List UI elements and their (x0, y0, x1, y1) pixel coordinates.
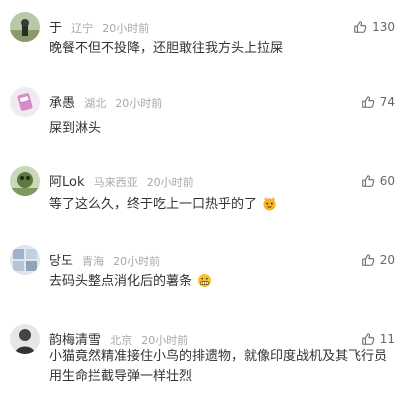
comment-meta: 韵梅清雪 北京 20小时前 (49, 330, 188, 348)
photo-avatar-outdoor-icon (10, 12, 40, 42)
user-avatar[interactable] (10, 245, 40, 275)
comment-text-body: 去码头整点消化后的薯条 (49, 274, 193, 289)
comment-item: 于 辽宁 20小时前 130 晚餐不但不投降，还胆敢往我方头上拉屎 (0, 12, 407, 72)
like-count: 130 (372, 20, 395, 34)
username[interactable]: 于 (49, 21, 62, 36)
grin-face-emoji-icon (198, 273, 212, 288)
timestamp: 20小时前 (102, 22, 150, 35)
comment-item: 承愚 湖北 20小时前 74 屎到淋头 (0, 87, 407, 147)
comment-meta: 于 辽宁 20小时前 (49, 18, 149, 36)
user-avatar[interactable] (10, 87, 40, 117)
comment-item: 韵梅清雪 北京 20小时前 11 小猫竟然精准接住小鸟的排遗物，就像印度战机及其… (0, 324, 407, 404)
thumbs-up-icon (361, 175, 374, 187)
like-button[interactable]: 130 (353, 18, 395, 36)
username[interactable]: 承愚 (49, 96, 75, 111)
location: 辽宁 (71, 22, 94, 35)
thumbs-up-icon (361, 254, 374, 266)
thumbs-up-icon (361, 96, 374, 108)
photo-avatar-dark-icon (10, 324, 40, 354)
user-avatar[interactable] (10, 166, 40, 196)
like-button[interactable]: 74 (361, 93, 395, 111)
comment-text: 晚餐不但不投降，还胆敢往我方头上拉屎 (49, 41, 284, 56)
username[interactable]: 당도 (49, 254, 73, 269)
thumbs-up-icon (361, 333, 374, 345)
location: 湖北 (84, 97, 107, 110)
like-count: 11 (379, 332, 395, 346)
thumbs-up-icon (354, 21, 367, 33)
location: 北京 (110, 334, 133, 347)
comment-item: 당도 青海 20小时前 20 去码头整点消化后的薯条 (0, 245, 407, 305)
like-button[interactable]: 20 (361, 251, 395, 269)
timestamp: 20小时前 (115, 97, 163, 110)
comment-text: 等了这么久，终于吃上一口热乎的了 (49, 195, 389, 215)
like-count: 74 (379, 95, 395, 109)
comment-text: 去码头整点消化后的薯条 (49, 272, 389, 292)
username[interactable]: 韵梅清雪 (49, 333, 101, 348)
comment-list: 于 辽宁 20小时前 130 晚餐不但不投降，还胆敢往我方头上拉屎 承愚 湖北 … (0, 0, 407, 405)
comment-item: 阿Lok 马来西亚 20小时前 60 等了这么久，终于吃上一口热乎的了 (0, 166, 407, 226)
photo-avatar-pink-icon (10, 87, 40, 117)
comment-text-body: 等了这么久，终于吃上一口热乎的了 (49, 197, 258, 212)
like-count: 20 (379, 253, 395, 267)
user-avatar[interactable] (10, 324, 40, 354)
user-avatar[interactable] (10, 12, 40, 42)
timestamp: 20小时前 (146, 176, 194, 189)
like-button[interactable]: 60 (361, 172, 395, 190)
comment-text: 屎到淋头 (49, 121, 102, 136)
cat-face-emoji-icon (263, 196, 276, 211)
timestamp: 20小时前 (113, 255, 161, 268)
timestamp: 20小时前 (141, 334, 189, 347)
like-count: 60 (379, 174, 395, 188)
photo-avatar-anime-icon (10, 245, 40, 275)
photo-avatar-green-icon (10, 166, 40, 196)
username[interactable]: 阿Lok (49, 175, 85, 190)
location: 马来西亚 (93, 176, 138, 189)
comment-meta: 承愚 湖北 20小时前 (49, 93, 162, 111)
comment-meta: 阿Lok 马来西亚 20小时前 (49, 172, 194, 190)
comment-meta: 당도 青海 20小时前 (49, 251, 160, 269)
like-button[interactable]: 11 (361, 330, 395, 348)
comment-text: 小猫竟然精准接住小鸟的排遗物，就像印度战机及其飞行员用生命拦截导弹一样壮烈 (49, 349, 388, 384)
location: 青海 (82, 255, 105, 268)
